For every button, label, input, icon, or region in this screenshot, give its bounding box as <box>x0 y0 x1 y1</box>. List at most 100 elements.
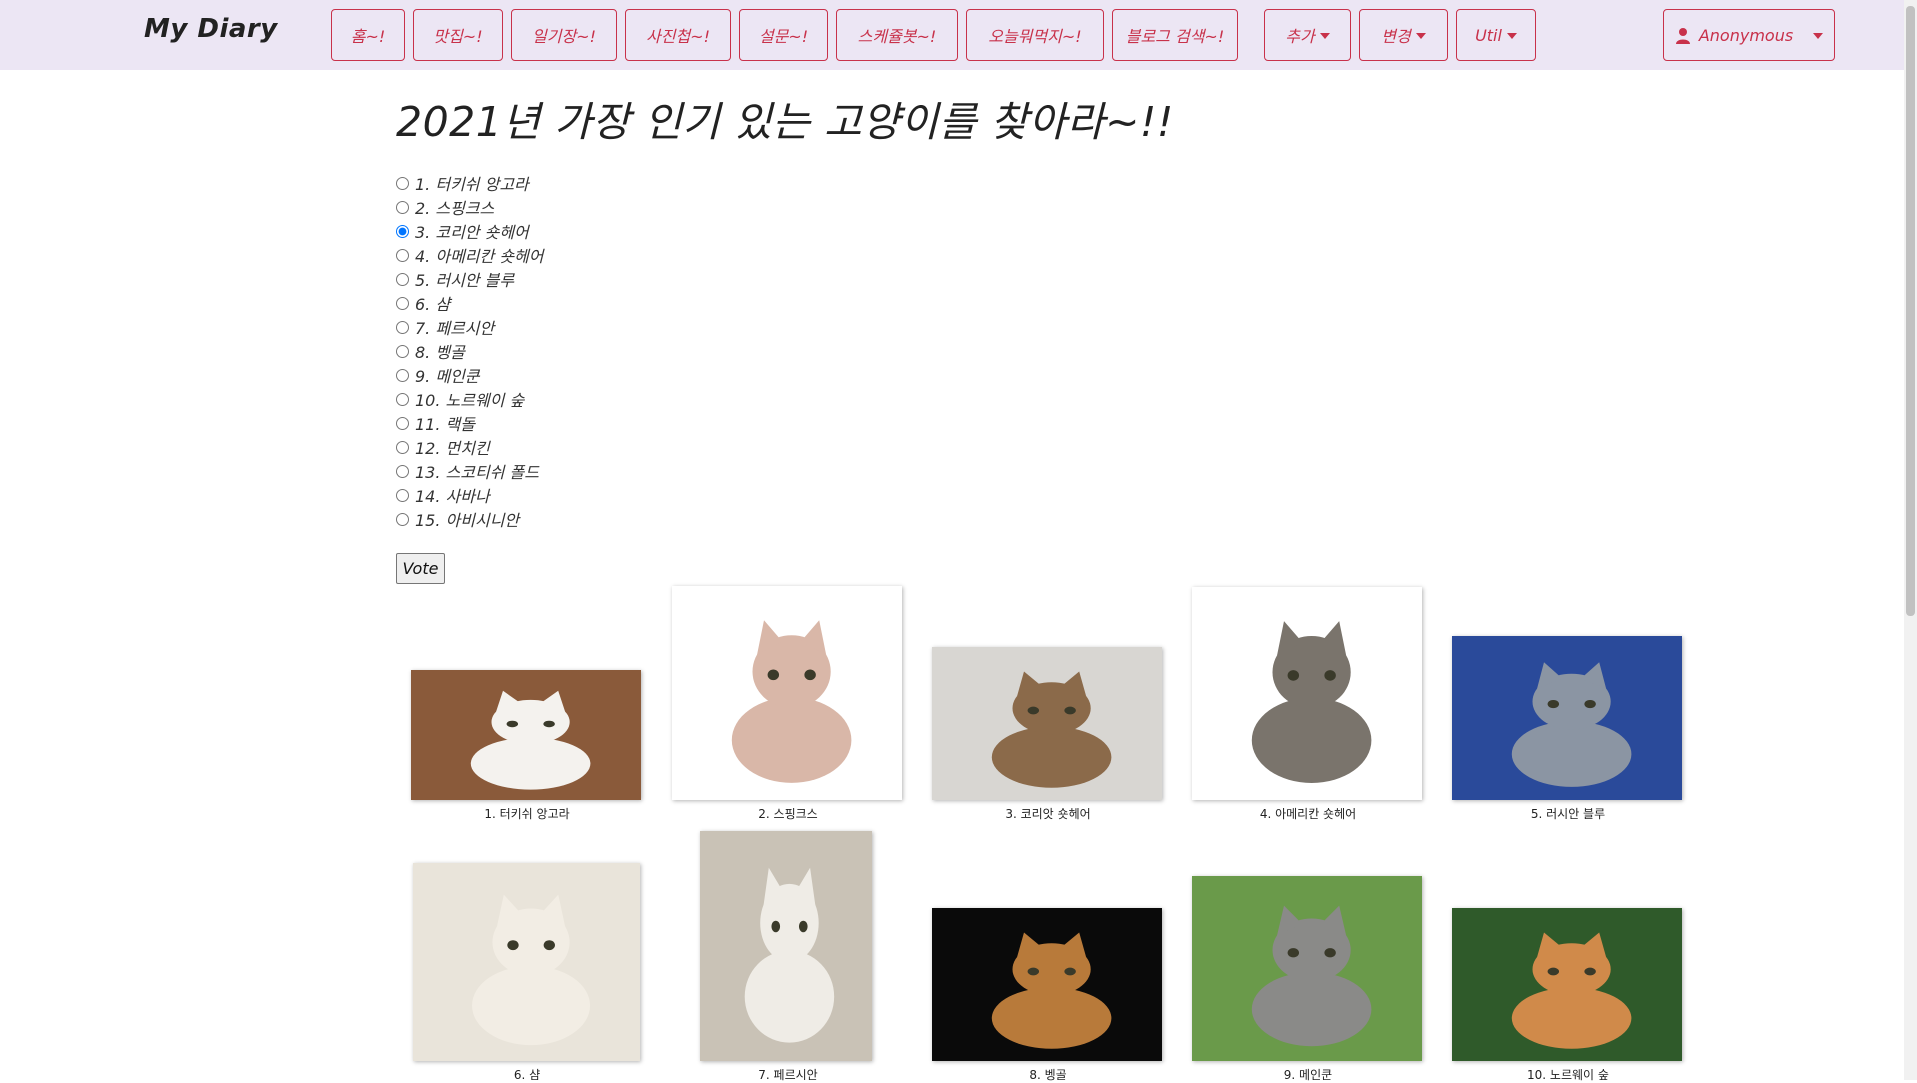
cat-photo <box>700 831 872 1061</box>
vote-option[interactable]: 10. 노르웨이 숲 <box>396 387 543 411</box>
vote-radio[interactable] <box>396 392 409 406</box>
nav-add-label: 추가 <box>1285 27 1315 46</box>
vote-option-label[interactable]: 13. 스코티쉬 폴드 <box>415 459 539 483</box>
nav-survey[interactable]: 설문~! <box>739 9 828 61</box>
vote-radio[interactable] <box>396 440 409 454</box>
nav-home[interactable]: 홈~! <box>331 9 405 61</box>
vote-option-label[interactable]: 6. 샴 <box>415 291 450 315</box>
cat-photo-caption: 2. 스핑크스 <box>758 807 818 821</box>
vote-option[interactable]: 8. 벵골 <box>396 339 543 363</box>
nav-what-to-eat-label: 오늘뭐먹지~! <box>988 27 1082 46</box>
cat-photo-image <box>1192 587 1422 800</box>
vote-option[interactable]: 9. 메인쿤 <box>396 363 543 387</box>
vote-radio[interactable] <box>396 464 409 478</box>
vote-option-label[interactable]: 15. 아비시니안 <box>415 507 519 531</box>
vote-option[interactable]: 4. 아메리칸 숏헤어 <box>396 243 543 267</box>
vote-option[interactable]: 5. 러시안 블루 <box>396 267 543 291</box>
vote-button[interactable]: Vote <box>396 553 445 584</box>
vote-radio[interactable] <box>396 224 409 238</box>
navbar: My Diary 홈~! 맛집~! 일기장~! 사진첩~! 설문~! 스케쥴봇~… <box>0 0 1904 70</box>
cat-photo <box>1452 908 1682 1061</box>
nav-diary[interactable]: 일기장~! <box>511 9 617 61</box>
cat-photo <box>413 863 640 1061</box>
vote-option-label[interactable]: 2. 스핑크스 <box>415 195 494 219</box>
nav-what-to-eat[interactable]: 오늘뭐먹지~! <box>966 9 1104 61</box>
cat-photo <box>932 908 1162 1061</box>
vote-option[interactable]: 11. 랙돌 <box>396 411 543 435</box>
vote-option-label[interactable]: 8. 벵골 <box>415 339 465 363</box>
cat-photo-caption: 1. 터키쉬 앙고라 <box>484 807 570 821</box>
cat-photo-image <box>672 586 902 800</box>
nav-change-dropdown[interactable]: 변경 <box>1359 9 1448 61</box>
vote-option-label[interactable]: 9. 메인쿤 <box>415 363 480 387</box>
cat-photo-caption: 6. 샴 <box>513 1068 541 1082</box>
vote-option[interactable]: 2. 스핑크스 <box>396 195 543 219</box>
vote-option[interactable]: 15. 아비시니안 <box>396 507 543 531</box>
vote-option-label[interactable]: 1. 터키쉬 앙고라 <box>415 171 529 195</box>
cat-photo-caption: 9. 메인쿤 <box>1283 1068 1333 1082</box>
cat-photo-caption: 5. 러시안 블루 <box>1530 807 1606 821</box>
cat-photo-image <box>411 670 641 800</box>
cat-photo <box>1192 587 1422 800</box>
nav-diary-label: 일기장~! <box>532 27 596 46</box>
vertical-scrollbar[interactable] <box>1904 0 1917 1080</box>
scrollbar-thumb[interactable] <box>1906 6 1915 616</box>
caret-down-icon <box>1319 33 1330 39</box>
cat-photo-caption: 3. 코리앗 숏헤어 <box>1005 807 1091 821</box>
vote-option-label[interactable]: 5. 러시안 블루 <box>415 267 514 291</box>
nav-blog-search[interactable]: 블로그 검색~! <box>1112 9 1238 61</box>
cat-photo <box>932 647 1162 800</box>
cat-photo-image <box>413 863 640 1061</box>
vote-radio[interactable] <box>396 416 409 430</box>
vote-options-list: 1. 터키쉬 앙고라 2. 스핑크스 3. 코리안 숏헤어 4. 아메리칸 숏헤어 5.… <box>396 171 543 531</box>
nav-schedule-bot[interactable]: 스케쥴봇~! <box>836 9 958 61</box>
vote-option[interactable]: 6. 샴 <box>396 291 543 315</box>
cat-photo-caption: 8. 벵골 <box>1029 1068 1067 1082</box>
nav-blog-search-label: 블로그 검색~! <box>1125 27 1225 46</box>
cat-photo-caption: 10. 노르웨이 숲 <box>1527 1068 1609 1082</box>
caret-down-icon <box>1813 33 1824 39</box>
cat-photo-image <box>700 831 872 1061</box>
vote-option[interactable]: 1. 터키쉬 앙고라 <box>396 171 543 195</box>
vote-option[interactable]: 3. 코리안 숏헤어 <box>396 219 543 243</box>
cat-photo <box>411 670 641 800</box>
cat-photo <box>1452 636 1682 800</box>
vote-radio[interactable] <box>396 296 409 310</box>
vote-option-label[interactable]: 14. 사바나 <box>415 483 490 507</box>
cat-photo-image <box>1452 636 1682 800</box>
vote-option[interactable]: 12. 먼치킨 <box>396 435 543 459</box>
vote-option-label[interactable]: 7. 페르시안 <box>415 315 494 339</box>
vote-option-label[interactable]: 10. 노르웨이 숲 <box>415 387 524 411</box>
nav-restaurants-label: 맛집~! <box>433 27 483 46</box>
vote-radio[interactable] <box>396 344 409 358</box>
vote-radio[interactable] <box>396 368 409 382</box>
user-menu-button[interactable]: Anonymous <box>1663 9 1835 61</box>
nav-photo-album[interactable]: 사진첩~! <box>625 9 731 61</box>
cat-photo-image <box>932 908 1162 1061</box>
vote-option[interactable]: 14. 사바나 <box>396 483 543 507</box>
cat-photo <box>672 586 902 800</box>
nav-restaurants[interactable]: 맛집~! <box>413 9 503 61</box>
cat-photo-image <box>1192 876 1422 1061</box>
nav-util-dropdown[interactable]: Util <box>1456 9 1536 61</box>
nav-add-dropdown[interactable]: 추가 <box>1264 9 1351 61</box>
caret-down-icon <box>1506 33 1517 39</box>
vote-option-label[interactable]: 11. 랙돌 <box>415 411 475 435</box>
vote-radio[interactable] <box>396 488 409 502</box>
vote-radio[interactable] <box>396 248 409 262</box>
caret-down-icon <box>1415 33 1426 39</box>
vote-radio[interactable] <box>396 512 409 526</box>
vote-option[interactable]: 13. 스코티쉬 폴드 <box>396 459 543 483</box>
user-name: Anonymous <box>1698 25 1794 45</box>
vote-radio[interactable] <box>396 320 409 334</box>
vote-option-label[interactable]: 4. 아메리칸 숏헤어 <box>415 243 543 267</box>
vote-radio[interactable] <box>396 176 409 190</box>
vote-radio[interactable] <box>396 200 409 214</box>
vote-option-label[interactable]: 12. 먼치킨 <box>415 435 490 459</box>
nav-photo-album-label: 사진첩~! <box>646 27 710 46</box>
page-title: 2021년 가장 인기 있는 고양이를 찾아라~!! <box>396 98 1174 146</box>
vote-radio[interactable] <box>396 272 409 286</box>
vote-option-label[interactable]: 3. 코리안 숏헤어 <box>415 219 529 243</box>
vote-option[interactable]: 7. 페르시안 <box>396 315 543 339</box>
brand-logo[interactable]: My Diary <box>144 14 278 44</box>
